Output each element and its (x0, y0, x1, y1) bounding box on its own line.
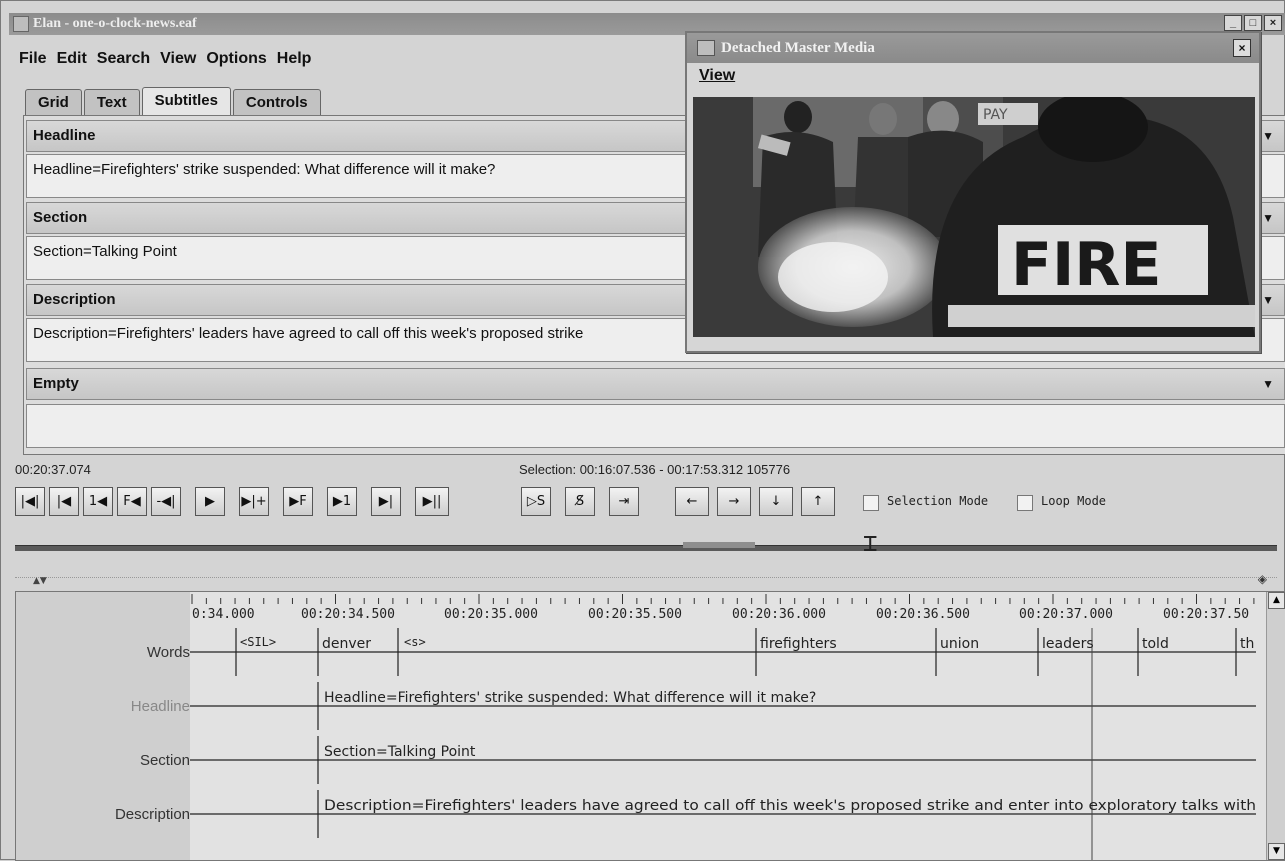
tier-name: Headline (33, 127, 96, 144)
tick-label: 00:20:36.500 (876, 607, 970, 622)
tier-select-empty[interactable]: Empty ▼ (26, 368, 1285, 400)
subtitle-text-empty[interactable] (26, 404, 1285, 448)
app-icon (697, 40, 715, 56)
to-selection-end-button[interactable]: ⇥ (609, 487, 639, 516)
timeline-viewer[interactable]: Words Headline Section Description 0:34.… (15, 591, 1285, 861)
menu-view[interactable]: View (156, 47, 202, 71)
tick-label: 00:20:34.500 (301, 607, 395, 622)
collapse-arrows-icon[interactable]: ▲▼ (33, 576, 47, 586)
media-close-button[interactable]: × (1233, 39, 1251, 57)
annotation-word[interactable]: union (940, 636, 979, 652)
previous-annotation-button[interactable]: ← (675, 487, 709, 516)
menu-help[interactable]: Help (273, 47, 318, 71)
menu-file[interactable]: File (15, 47, 53, 71)
scroll-down-icon[interactable]: ▼ (1268, 843, 1285, 860)
timeline-scrollbar[interactable]: ▲ ▼ (1266, 592, 1285, 860)
menu-bar: File Edit Search View Options Help (15, 47, 317, 71)
tick-label: 00:20:35.000 (444, 607, 538, 622)
tick-label: 00:20:37.000 (1019, 607, 1113, 622)
loop-mode-label: Loop Mode (1041, 494, 1107, 508)
menu-edit[interactable]: Edit (53, 47, 93, 71)
crosshair-cursor-icon: ⌶ (863, 529, 878, 557)
video-frame: PAY FIRE (693, 97, 1255, 337)
tab-grid[interactable]: Grid (25, 89, 82, 115)
menu-search[interactable]: Search (93, 47, 156, 71)
next-annotation-button[interactable]: → (717, 487, 751, 516)
next-frame-button[interactable]: ▶| (371, 487, 401, 516)
previous-frame-button[interactable]: |◀ (49, 487, 79, 516)
forward-frame-button[interactable]: ▶F (283, 487, 313, 516)
firefighter-video-image: PAY FIRE (693, 97, 1255, 337)
elan-window: Elan - one-o-clock-news.eaf _ □ × File E… (0, 0, 1285, 861)
detached-media-window[interactable]: Detached Master Media × View PAY FIRE (685, 31, 1261, 353)
annotation-word[interactable]: leaders (1042, 636, 1094, 652)
time-ruler (191, 594, 1255, 604)
tier-name: Section (33, 209, 88, 226)
annotation-headline[interactable]: Headline=Firefighters' strike suspended:… (324, 690, 816, 706)
tab-subtitles[interactable]: Subtitles (141, 87, 231, 115)
svg-text:PAY: PAY (983, 107, 1008, 123)
play-button[interactable]: ▶ (195, 487, 225, 516)
go-to-begin-button[interactable]: |◀| (15, 487, 45, 516)
dropdown-arrow-icon[interactable]: ▼ (1262, 285, 1274, 315)
loop-mode-checkbox[interactable] (1017, 495, 1033, 511)
tier-lines (190, 651, 1256, 815)
annotation-word[interactable]: <SIL> (240, 635, 276, 649)
annotation-word[interactable]: denver (322, 636, 371, 652)
split-divider[interactable]: ▲▼ ◈ (15, 572, 1277, 587)
slider-track[interactable] (15, 545, 1277, 551)
tab-text[interactable]: Text (83, 89, 140, 115)
maximize-button[interactable]: □ (1244, 15, 1262, 31)
selection-mode-checkbox[interactable] (863, 495, 879, 511)
back-pixel-button[interactable]: -◀| (151, 487, 181, 516)
media-title-bar[interactable]: Detached Master Media × (687, 33, 1259, 63)
tick-labels: 0:34.000 00:20:34.500 00:20:35.000 00:20… (192, 607, 1249, 622)
tier-up-button[interactable]: ↑ (801, 487, 835, 516)
tick-label: 00:20:35.500 (588, 607, 682, 622)
annotation-section[interactable]: Section=Talking Point (324, 744, 476, 760)
tick-label: 00:20:36.000 (732, 607, 826, 622)
annotation-description[interactable]: Description=Firefighters' leaders have a… (324, 798, 1256, 814)
annotation-word[interactable]: th (1240, 636, 1254, 652)
dropdown-arrow-icon[interactable]: ▼ (1262, 203, 1274, 233)
current-time: 00:20:37.074 (15, 462, 91, 477)
svg-text:FIRE: FIRE (1011, 230, 1162, 300)
forward-pixel-button[interactable]: ▶|+ (239, 487, 269, 516)
forward-one-second-button[interactable]: ▶1 (327, 487, 357, 516)
tab-controls[interactable]: Controls (232, 89, 321, 115)
tier-name: Description (33, 291, 116, 308)
clear-selection-button[interactable]: S̸ (565, 487, 595, 516)
app-icon (13, 16, 29, 32)
media-position-slider[interactable]: ⌶ (15, 529, 1277, 557)
back-one-second-button[interactable]: 1◀ (83, 487, 113, 516)
annotation-word[interactable]: <s> (404, 635, 426, 649)
tick-label: 00:20:37.50 (1163, 607, 1249, 622)
annotation-word[interactable]: told (1142, 636, 1169, 652)
close-button[interactable]: × (1264, 15, 1282, 31)
back-frame-button[interactable]: F◀ (117, 487, 147, 516)
play-selection-button[interactable]: ▷S (521, 487, 551, 516)
annotation-word[interactable]: firefighters (760, 636, 837, 652)
timeline-canvas[interactable]: 0:34.000 00:20:34.500 00:20:35.000 00:20… (16, 592, 1268, 860)
minimize-button[interactable]: _ (1224, 15, 1242, 31)
tick-label: 0:34.000 (192, 607, 255, 622)
media-menu-view[interactable]: View (687, 63, 1259, 91)
dropdown-arrow-icon[interactable]: ▼ (1262, 121, 1274, 151)
media-window-title: Detached Master Media (721, 40, 875, 56)
menu-options[interactable]: Options (202, 47, 272, 71)
selection-readout: Selection: 00:16:07.536 - 00:17:53.312 1… (519, 462, 791, 477)
selection-mode-label: Selection Mode (887, 494, 989, 508)
slider-selection-marker[interactable] (683, 542, 755, 548)
tier-name: Empty (33, 375, 79, 392)
tier-down-button[interactable]: ↓ (759, 487, 793, 516)
go-to-end-button[interactable]: ▶|| (415, 487, 449, 516)
dropdown-arrow-icon[interactable]: ▼ (1262, 369, 1274, 399)
scroll-up-icon[interactable]: ▲ (1268, 592, 1285, 609)
view-tabs: Grid Text Subtitles Controls (25, 87, 323, 115)
window-title: Elan - one-o-clock-news.eaf (33, 16, 197, 31)
diamond-handle-icon[interactable]: ◈ (1258, 572, 1267, 586)
